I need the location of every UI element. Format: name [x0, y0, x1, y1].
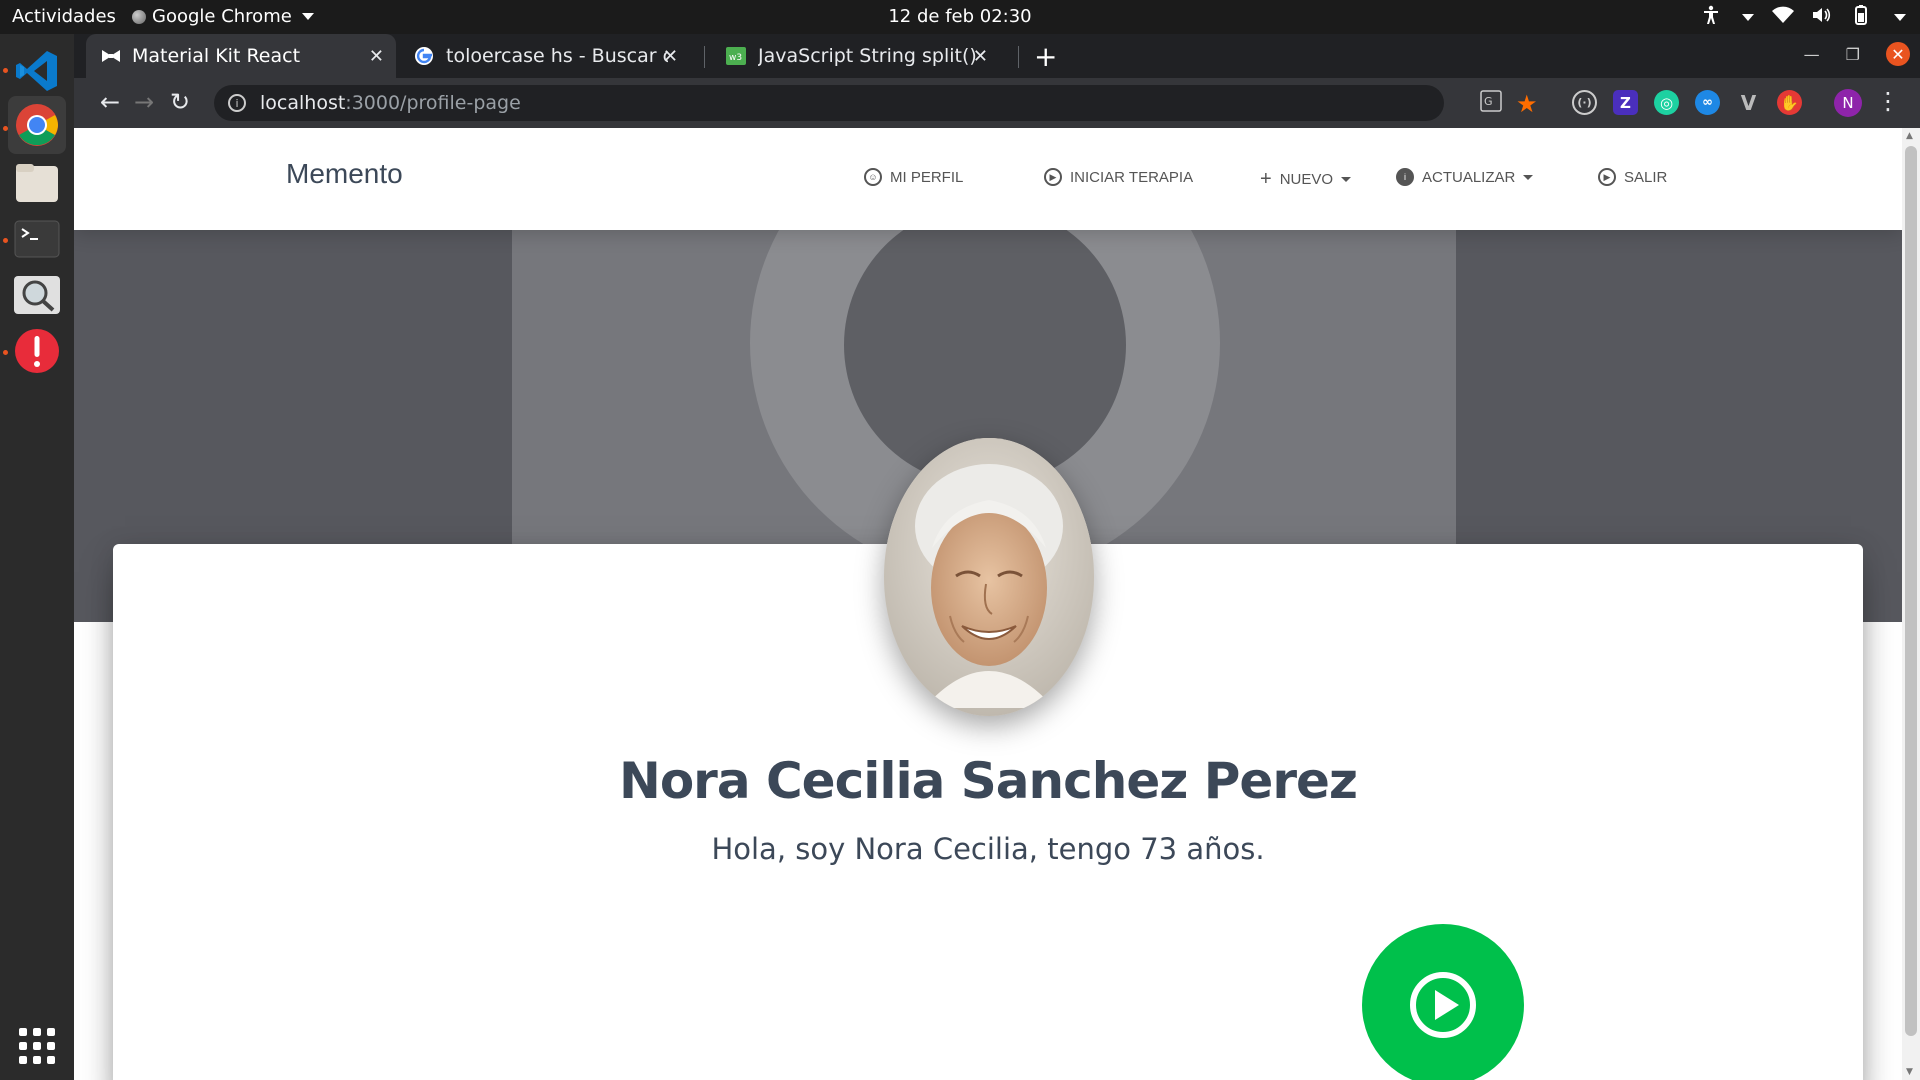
show-applications-icon[interactable] — [19, 1028, 55, 1064]
updater-alert-icon — [15, 329, 59, 373]
system-tray[interactable] — [1702, 5, 1906, 30]
nav-update-dropdown[interactable]: i ACTUALIZAR — [1396, 168, 1534, 186]
profile-avatar[interactable]: N — [1834, 89, 1862, 117]
tab-separator — [1018, 46, 1019, 68]
nav-start-therapy[interactable]: ▶ INICIAR TERAPIA — [1044, 168, 1193, 186]
url-path: :3000/profile-page — [345, 92, 521, 114]
profile-avatar-photo — [884, 438, 1094, 716]
terminal-launcher[interactable] — [8, 210, 66, 268]
page-viewport: Memento ☺ MI PERFIL ▶ INICIAR TERAPIA + … — [74, 128, 1920, 1080]
url-host: localhost — [260, 92, 346, 114]
address-bar[interactable]: i localhost:3000/profile-page — [214, 85, 1444, 121]
battery-icon — [1850, 5, 1872, 30]
zotero-icon[interactable]: Z — [1613, 90, 1638, 115]
bookmark-star-icon[interactable]: ★ — [1516, 90, 1538, 118]
browser-toolbar: ← → ↻ i localhost:3000/profile-page G ★ … — [74, 78, 1920, 128]
extension-icon[interactable]: ◎ — [1654, 90, 1679, 115]
face-icon: ☺ — [864, 168, 882, 186]
scroll-thumb[interactable] — [1905, 146, 1917, 1036]
nav-label: INICIAR TERAPIA — [1070, 168, 1194, 186]
forward-button[interactable]: → — [134, 88, 154, 116]
vscode-icon — [16, 51, 57, 91]
infinity-icon[interactable]: ∞ — [1695, 90, 1720, 115]
tab-google-search[interactable]: toloercase hs - Buscar con Google ✕ — [398, 34, 690, 78]
nav-label: NUEVO — [1279, 171, 1334, 188]
reload-button[interactable]: ↻ — [170, 88, 190, 116]
caret-down-icon — [1523, 174, 1534, 180]
bowtie-icon — [102, 50, 120, 62]
new-tab-button[interactable]: + — [1034, 40, 1057, 73]
page-scrollbar[interactable]: ▲ ▼ — [1902, 128, 1920, 1080]
updater-launcher[interactable] — [8, 322, 66, 380]
nav-label: SALIR — [1624, 168, 1668, 186]
tab-material-kit[interactable]: Material Kit React ✕ — [86, 34, 396, 78]
tab-separator — [704, 46, 705, 68]
wifi-icon — [1772, 6, 1794, 29]
volume-icon — [1812, 6, 1832, 29]
tab-strip: Material Kit React ✕ toloercase hs - Bus… — [74, 34, 1920, 78]
files-launcher[interactable] — [8, 154, 66, 212]
nav-my-profile[interactable]: ☺ MI PERFIL — [864, 168, 963, 186]
play-button[interactable] — [1362, 924, 1524, 1080]
close-icon[interactable]: ✕ — [973, 46, 988, 67]
profile-bio: Hola, soy Nora Cecilia, tengo 73 años. — [711, 832, 1265, 866]
google-icon — [415, 47, 433, 65]
dock — [0, 34, 74, 1080]
chevron-down-icon[interactable] — [1894, 14, 1906, 21]
tab-title: toloercase hs - Buscar con Google — [446, 45, 668, 67]
nav-label: MI PERFIL — [890, 168, 964, 186]
tab-title: Material Kit React — [132, 45, 301, 67]
chevron-down-icon[interactable] — [1742, 14, 1754, 21]
minimize-button[interactable]: — — [1804, 45, 1820, 64]
image-viewer-icon — [14, 276, 60, 314]
window-close-button[interactable]: ✕ — [1886, 42, 1910, 66]
w3-icon: w3 — [726, 47, 746, 65]
browser-window: Material Kit React ✕ toloercase hs - Bus… — [74, 34, 1920, 1080]
back-button[interactable]: ← — [100, 88, 120, 116]
svg-text:w3: w3 — [729, 53, 742, 63]
play-circle-icon: ▶ — [1044, 168, 1062, 186]
brand-logo[interactable]: Memento — [286, 158, 403, 190]
nav-new-dropdown[interactable]: + NUEVO — [1260, 168, 1352, 191]
close-icon[interactable]: ✕ — [663, 46, 678, 67]
info-icon: i — [1396, 168, 1414, 186]
accessibility-icon[interactable] — [1702, 5, 1720, 30]
menu-icon[interactable]: ⋮ — [1876, 87, 1900, 115]
tab-title: JavaScript String split() Method — [758, 45, 984, 67]
nav-label: ACTUALIZAR — [1422, 168, 1516, 186]
play-circle-icon: ▶ — [1598, 168, 1616, 186]
extensions-bar: (·) Z ◎ ∞ V ✋ — [1572, 90, 1802, 115]
profile-name: Nora Cecilia Sanchez Perez — [618, 752, 1358, 810]
extension-icon[interactable]: (·) — [1572, 90, 1597, 115]
chrome-launcher[interactable] — [8, 96, 66, 154]
chrome-icon — [16, 104, 58, 146]
system-top-bar: Actividades Google Chrome 12 de feb 02:3… — [0, 0, 1920, 34]
scroll-up-icon[interactable]: ▲ — [1906, 131, 1913, 141]
play-icon — [1410, 972, 1476, 1038]
maximize-button[interactable]: ❐ — [1846, 45, 1860, 64]
nav-logout[interactable]: ▶ SALIR — [1598, 168, 1667, 186]
tab-js-split[interactable]: w3 JavaScript String split() Method ✕ — [710, 34, 1000, 78]
vue-devtools-icon[interactable]: V — [1736, 90, 1761, 115]
terminal-icon — [14, 220, 60, 258]
files-icon — [16, 164, 58, 202]
clock[interactable]: 12 de feb 02:30 — [0, 6, 1920, 27]
image-viewer-launcher[interactable] — [8, 266, 66, 324]
vscode-launcher[interactable] — [8, 42, 66, 100]
plus-icon: + — [1260, 168, 1272, 190]
translate-icon[interactable]: G — [1480, 90, 1502, 116]
adblock-icon[interactable]: ✋ — [1777, 90, 1802, 115]
caret-down-icon — [1341, 177, 1352, 182]
svg-text:G: G — [1484, 95, 1493, 108]
site-info-icon[interactable]: i — [228, 94, 246, 112]
scroll-down-icon[interactable]: ▼ — [1906, 1067, 1913, 1077]
close-icon[interactable]: ✕ — [369, 46, 384, 67]
window-controls: — ❐ ✕ — [1804, 42, 1910, 66]
site-navbar: Memento ☺ MI PERFIL ▶ INICIAR TERAPIA + … — [74, 128, 1902, 230]
